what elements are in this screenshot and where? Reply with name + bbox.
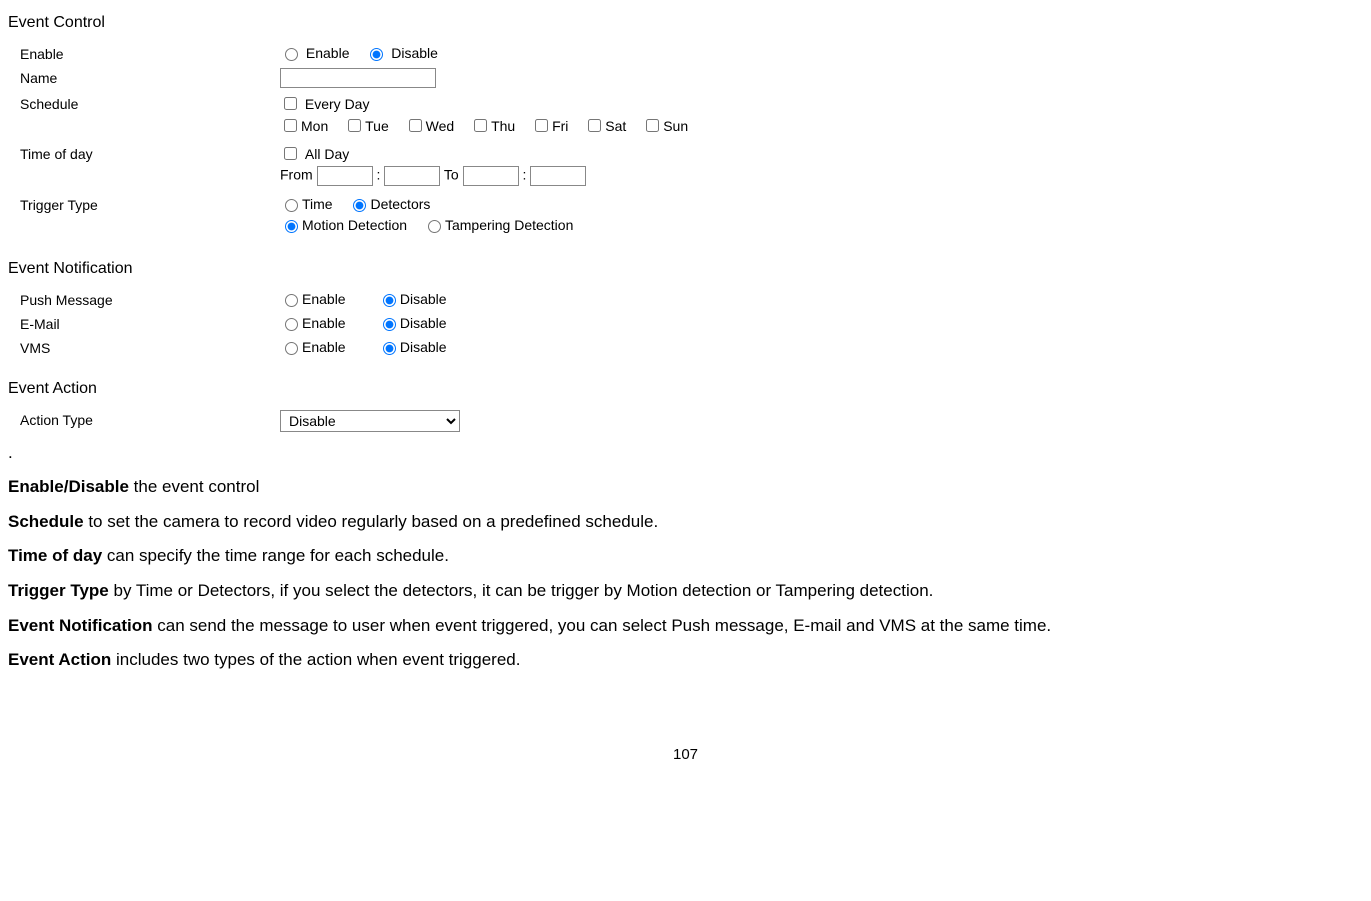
radio-tampering[interactable] [428, 220, 441, 233]
radio-disable[interactable] [370, 48, 383, 61]
desc2-bold: Schedule [8, 512, 84, 531]
opt-sun: Sun [663, 118, 688, 134]
opt-allday: All Day [305, 146, 349, 162]
opt-thu: Thu [491, 118, 515, 134]
row-timeofday: Time of day All Day From : To : [8, 144, 1363, 189]
check-sun[interactable] [646, 119, 659, 132]
check-allday[interactable] [284, 147, 297, 160]
opt-enable: Enable [306, 45, 350, 61]
label-actiontype: Action Type [8, 410, 280, 428]
radio-push-enable[interactable] [285, 294, 298, 307]
opt-detectors: Detectors [370, 196, 430, 212]
opt-vms-disable: Disable [400, 339, 447, 355]
opt-everyday: Every Day [305, 96, 370, 112]
label-timeofday: Time of day [8, 144, 280, 162]
section-event-action: Event Action [8, 380, 1363, 398]
input-name[interactable] [280, 68, 436, 88]
section-event-control: Event Control [8, 14, 1363, 32]
label-triggertype: Trigger Type [8, 195, 280, 213]
check-mon[interactable] [284, 119, 297, 132]
row-schedule: Schedule Every Day Mon Tue Wed Thu Fri S… [8, 94, 1363, 138]
desc3: can specify the time range for each sche… [102, 546, 449, 565]
input-from-m[interactable] [384, 166, 440, 186]
radio-detectors[interactable] [353, 199, 366, 212]
label-push: Push Message [8, 290, 280, 308]
row-push: Push Message Enable Disable [8, 290, 1363, 308]
row-email: E-Mail Enable Disable [8, 314, 1363, 332]
label-schedule: Schedule [8, 94, 280, 112]
radio-time[interactable] [285, 199, 298, 212]
check-everyday[interactable] [284, 97, 297, 110]
description-block: . Enable/Disable the event control Sched… [8, 438, 1363, 676]
desc5: can send the message to user when event … [153, 616, 1052, 635]
opt-disable: Disable [391, 45, 438, 61]
opt-motion: Motion Detection [302, 217, 407, 233]
desc1: the event control [129, 477, 259, 496]
desc6: includes two types of the action when ev… [111, 650, 520, 669]
opt-email-enable: Enable [302, 315, 362, 331]
label-vms: VMS [8, 338, 280, 356]
radio-motion[interactable] [285, 220, 298, 233]
row-triggertype: Trigger Type Time Detectors Motion Detec… [8, 195, 1363, 236]
desc3-bold: Time of day [8, 546, 102, 565]
radio-enable[interactable] [285, 48, 298, 61]
desc4-bold: Trigger Type [8, 581, 109, 600]
row-actiontype: Action Type Disable [8, 410, 1363, 432]
opt-time: Time [302, 196, 333, 212]
select-actiontype[interactable]: Disable [280, 410, 460, 432]
row-vms: VMS Enable Disable [8, 338, 1363, 356]
check-fri[interactable] [535, 119, 548, 132]
label-email: E-Mail [8, 314, 280, 332]
opt-wed: Wed [426, 118, 455, 134]
label-from: From [280, 167, 313, 183]
opt-vms-enable: Enable [302, 339, 362, 355]
opt-push-enable: Enable [302, 291, 362, 307]
label-name: Name [8, 68, 280, 86]
input-to-m[interactable] [530, 166, 586, 186]
radio-vms-enable[interactable] [285, 342, 298, 355]
desc5-bold: Event Notification [8, 616, 153, 635]
desc4: by Time or Detectors, if you select the … [109, 581, 934, 600]
opt-fri: Fri [552, 118, 568, 134]
row-enable: Enable Enable Disable [8, 44, 1363, 62]
opt-tampering: Tampering Detection [445, 217, 573, 233]
check-wed[interactable] [409, 119, 422, 132]
opt-tue: Tue [365, 118, 389, 134]
opt-mon: Mon [301, 118, 328, 134]
desc1-bold: Enable/Disable [8, 477, 129, 496]
label-to: To [444, 167, 459, 183]
opt-sat: Sat [605, 118, 626, 134]
page-number: 107 [8, 746, 1363, 763]
desc-dot: . [8, 438, 1363, 469]
check-thu[interactable] [474, 119, 487, 132]
opt-push-disable: Disable [400, 291, 447, 307]
label-enable: Enable [8, 44, 280, 62]
radio-email-disable[interactable] [383, 318, 396, 331]
row-name: Name [8, 68, 1363, 88]
radio-email-enable[interactable] [285, 318, 298, 331]
input-to-h[interactable] [463, 166, 519, 186]
check-tue[interactable] [348, 119, 361, 132]
desc6-bold: Event Action [8, 650, 111, 669]
radio-vms-disable[interactable] [383, 342, 396, 355]
check-sat[interactable] [588, 119, 601, 132]
opt-email-disable: Disable [400, 315, 447, 331]
desc2: to set the camera to record video regula… [84, 512, 659, 531]
radio-push-disable[interactable] [383, 294, 396, 307]
section-event-notification: Event Notification [8, 260, 1363, 278]
input-from-h[interactable] [317, 166, 373, 186]
